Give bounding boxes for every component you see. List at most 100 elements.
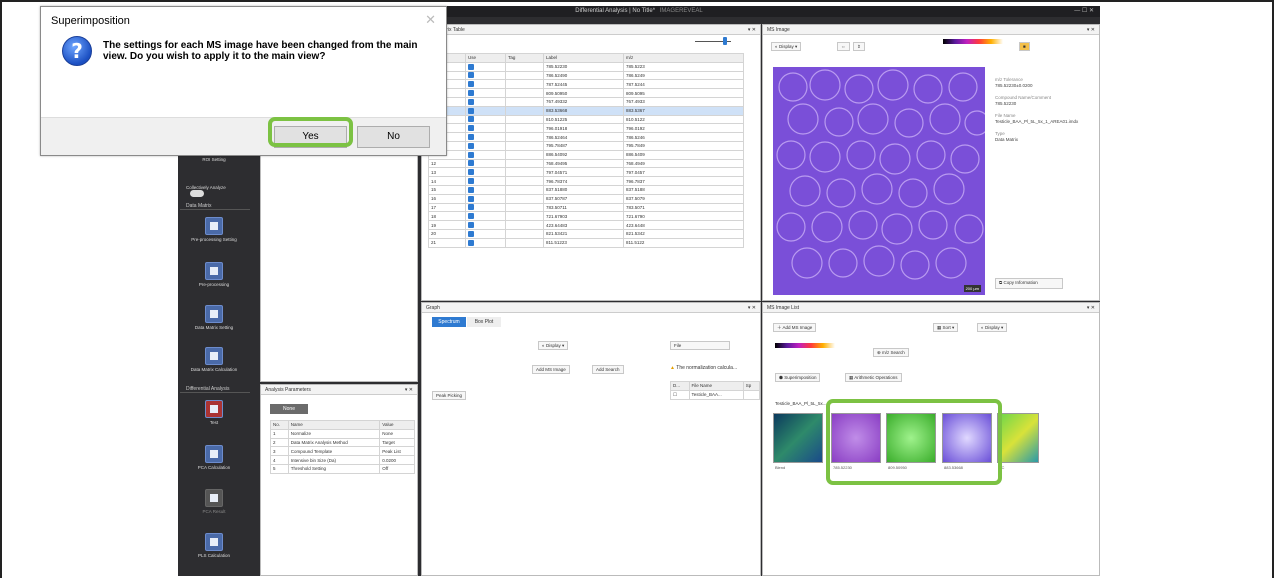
table-row[interactable]: 3787.52445787.5244	[427, 79, 744, 90]
table-row[interactable]: 20 821.53421 821.5342	[427, 228, 744, 239]
table-row[interactable]: 15 837.51880 837.5188	[427, 184, 744, 195]
check-icon[interactable]	[468, 134, 475, 141]
ms-image-view[interactable]: 200 µm	[773, 67, 985, 295]
check-icon[interactable]	[468, 72, 475, 79]
preprocessing-button[interactable]: Pre-processing	[186, 262, 242, 287]
table-row[interactable]: 1785.52230785.5223	[427, 61, 744, 72]
thumbnail-fc[interactable]	[997, 413, 1039, 463]
check-icon[interactable]	[468, 178, 475, 185]
table-row[interactable]: 8796.01918796.0192	[427, 123, 744, 134]
file-dropdown[interactable]: File	[670, 341, 730, 350]
graph-display-dropdown[interactable]: ◐ Display ▾	[538, 341, 569, 350]
table-row[interactable]: 17 783.50711 783.5071	[427, 202, 744, 213]
table-row[interactable]: 14 796.78374 796.7837	[427, 176, 744, 186]
pca-result-button[interactable]: PCA Result	[186, 489, 242, 514]
close-icon[interactable]: ▾ ✕	[405, 385, 413, 395]
slider-knob[interactable]	[723, 37, 727, 45]
superimposition-button[interactable]: ⬢ Superimposition	[775, 373, 821, 382]
color-scale-bar[interactable]	[943, 39, 1003, 44]
data-matrix-setting-button[interactable]: Data Matrix Setting	[186, 305, 242, 330]
col-header[interactable]: m/z	[623, 53, 744, 63]
check-icon[interactable]	[468, 116, 475, 123]
data-matrix-calc-button[interactable]: Data Matrix Calculation	[186, 347, 242, 372]
mz-search-button[interactable]: ⊕ m/z Search	[873, 348, 909, 357]
check-icon[interactable]	[468, 169, 475, 176]
close-icon[interactable]: ▾ ✕	[748, 303, 756, 313]
check-icon[interactable]	[468, 186, 475, 193]
use-checkbox[interactable]	[465, 184, 507, 195]
check-icon[interactable]	[468, 213, 475, 220]
check-icon[interactable]	[468, 151, 475, 158]
use-checkbox[interactable]	[465, 228, 507, 239]
zoom-slider[interactable]	[695, 37, 731, 45]
check-icon[interactable]	[468, 125, 475, 132]
check-icon[interactable]	[468, 98, 475, 105]
check-icon[interactable]	[468, 230, 475, 237]
use-checkbox[interactable]	[465, 211, 507, 222]
tab-spectrum[interactable]: Spectrum	[432, 317, 466, 327]
no-button[interactable]: No	[357, 126, 430, 148]
use-checkbox[interactable]	[465, 202, 507, 213]
use-checkbox[interactable]	[465, 114, 507, 125]
pca-calc-button[interactable]: PCA Calculation	[186, 445, 242, 470]
table-row[interactable]: 3 Compound Template Peak List	[270, 446, 415, 457]
close-icon[interactable]: ▾ ✕	[748, 25, 756, 35]
table-row[interactable]: 4 Intensive bin Size (Da) 0.0200	[270, 455, 415, 465]
thumbnail-blend[interactable]	[773, 413, 823, 463]
use-checkbox[interactable]	[465, 167, 507, 178]
add-search-button[interactable]: Add Search	[592, 365, 624, 374]
sort-dropdown[interactable]: ▦ Sort ▾	[933, 323, 959, 332]
none-button[interactable]: None	[270, 404, 308, 414]
color-settings-icon[interactable]: ■	[1019, 42, 1030, 51]
use-checkbox[interactable]	[465, 88, 507, 98]
table-row[interactable]: 4809.50950809.5095	[427, 88, 744, 98]
table-row[interactable]: 18 721.67903 721.6790	[427, 211, 744, 222]
use-checkbox[interactable]	[465, 105, 507, 116]
check-icon[interactable]	[468, 63, 475, 70]
use-checkbox[interactable]	[465, 96, 507, 107]
use-checkbox[interactable]	[465, 149, 507, 160]
use-checkbox[interactable]	[465, 70, 507, 81]
use-checkbox[interactable]	[465, 237, 507, 248]
collective-toggle[interactable]: Collectively Analyze	[186, 185, 242, 197]
pls-calc-button[interactable]: PLS Calculation	[186, 533, 242, 558]
table-row[interactable]: 5 Threshold Setting Off	[270, 463, 415, 474]
table-row[interactable]: 1 Normalize None	[270, 428, 415, 439]
test-button[interactable]: Test	[186, 400, 242, 425]
table-row[interactable]: ☐ Testicle_BAA...	[670, 389, 760, 400]
check-icon[interactable]	[468, 239, 475, 246]
use-checkbox[interactable]	[465, 79, 507, 90]
display-dropdown[interactable]: ◐ Display ▾	[977, 323, 1008, 332]
table-row[interactable]: 2786.52490786.5249	[427, 70, 744, 81]
preprocessing-setting-button[interactable]: Pre-processing Setting	[186, 217, 242, 242]
check-icon[interactable]	[468, 160, 475, 167]
close-icon[interactable]: ✕	[425, 12, 436, 28]
close-icon[interactable]: ▾ ✕	[1087, 303, 1095, 313]
table-row[interactable]: 2 Data Matrix Analysis Method Target	[270, 437, 415, 448]
display-dropdown[interactable]: ◐ Display ▾	[771, 42, 802, 51]
use-checkbox[interactable]	[465, 158, 507, 169]
peak-picking-button[interactable]: Peak Picking	[432, 391, 467, 400]
table-row[interactable]: 9786.52464786.5246	[427, 132, 744, 142]
check-icon[interactable]	[468, 195, 475, 202]
close-icon[interactable]: ▾ ✕	[1087, 25, 1095, 35]
fit-icon[interactable]: ⇔	[837, 42, 850, 51]
window-controls[interactable]: — ☐ ✕	[1074, 6, 1094, 17]
check-icon[interactable]	[468, 107, 475, 114]
table-row[interactable]: 19 423.64483 423.6448	[427, 220, 744, 230]
check-icon[interactable]	[468, 90, 475, 97]
col-header[interactable]: Use	[465, 53, 507, 63]
col-header[interactable]: Tag	[505, 53, 544, 63]
table-row[interactable]: 7810.51225810.5122	[427, 114, 744, 125]
tab-box-plot[interactable]: Box Plot	[467, 317, 501, 327]
table-row[interactable]: 21 811.51223 811.5122	[427, 237, 744, 248]
use-checkbox[interactable]	[465, 61, 507, 72]
table-row[interactable]: 16 837.50787 837.5079	[427, 193, 744, 204]
toggle-switch[interactable]	[190, 190, 204, 197]
add-ms-image-button[interactable]: ＋ Add MS Image	[773, 323, 817, 332]
use-checkbox[interactable]	[465, 132, 507, 142]
use-checkbox[interactable]	[465, 140, 507, 151]
color-scale-bar[interactable]	[775, 343, 835, 348]
table-row[interactable]: 13 797.04571 797.0457	[427, 167, 744, 178]
check-icon[interactable]	[468, 81, 475, 88]
